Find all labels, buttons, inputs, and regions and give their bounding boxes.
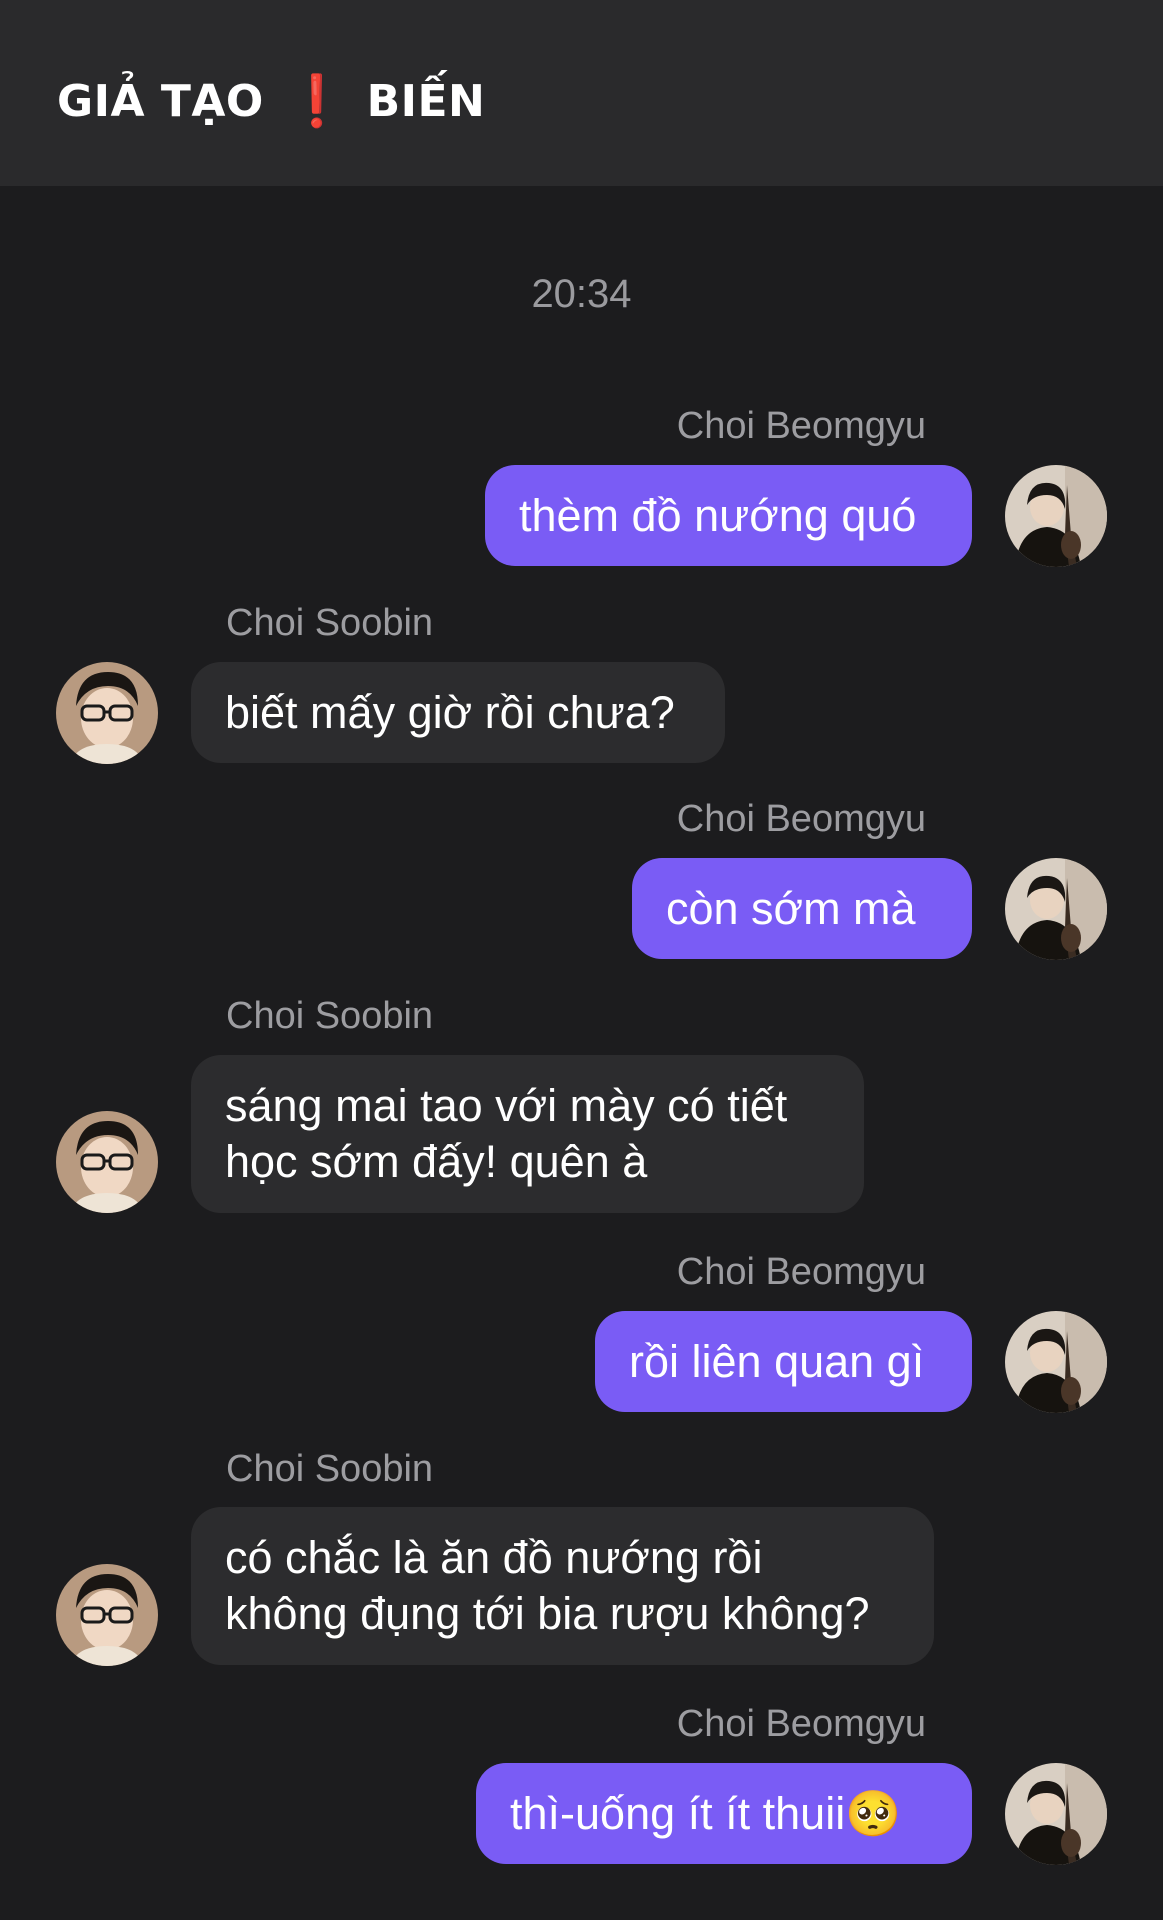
message-text: rồi liên quan gì: [629, 1335, 925, 1387]
sender-name: Choi Beomgyu: [676, 1251, 926, 1293]
message-text: thèm đồ nướng quó: [519, 489, 917, 541]
avatar-beomgyu-image: [1005, 1311, 1107, 1413]
message-text-line: sáng mai tao với mày có tiết: [225, 1080, 788, 1131]
avatar-soobin-image: [56, 1111, 158, 1213]
message-bubble-outgoing[interactable]: thì-uống ít ít thuii🥺: [476, 1763, 972, 1864]
message-bubble-incoming[interactable]: có chắc là ăn đồ nướng rồi không đụng tớ…: [191, 1507, 934, 1665]
avatar-soobin-image: [56, 662, 158, 764]
avatar-beomgyu-image: [1005, 465, 1107, 567]
avatar-beomgyu[interactable]: [1005, 858, 1107, 960]
avatar-soobin[interactable]: [56, 662, 158, 764]
sender-name: Choi Soobin: [226, 995, 434, 1037]
sender-name: Choi Soobin: [226, 1448, 434, 1490]
avatar-beomgyu[interactable]: [1005, 1311, 1107, 1413]
message-text-line: có chắc là ăn đồ nướng rồi: [225, 1532, 763, 1583]
message-text-line: không đụng tới bia rượu không?: [225, 1588, 870, 1639]
sender-name: Choi Beomgyu: [676, 1703, 926, 1745]
message-text: biết mấy giờ rồi chưa?: [225, 686, 675, 738]
message-text: còn sớm mà: [666, 882, 916, 934]
avatar-beomgyu-image: [1005, 1763, 1107, 1865]
message-text: thì-uống ít ít thuii🥺: [510, 1787, 902, 1839]
avatar-soobin[interactable]: [56, 1564, 158, 1666]
message-bubble-incoming[interactable]: sáng mai tao với mày có tiết học sớm đấy…: [191, 1055, 864, 1213]
message-bubble-outgoing[interactable]: thèm đồ nướng quó: [485, 465, 972, 566]
avatar-soobin-image: [56, 1564, 158, 1666]
message-thread: Choi Beomgyu thèm đồ nướng quó Choi Soob…: [0, 0, 1163, 1920]
avatar-beomgyu[interactable]: [1005, 1763, 1107, 1865]
message-bubble-incoming[interactable]: biết mấy giờ rồi chưa?: [191, 662, 725, 763]
message-bubble-outgoing[interactable]: còn sớm mà: [632, 858, 972, 959]
sender-name: Choi Beomgyu: [676, 798, 926, 840]
sender-name: Choi Beomgyu: [676, 405, 926, 447]
message-text-line: học sớm đấy! quên à: [225, 1136, 648, 1187]
sender-name: Choi Soobin: [226, 602, 434, 644]
message-bubble-outgoing[interactable]: rồi liên quan gì: [595, 1311, 972, 1412]
avatar-beomgyu[interactable]: [1005, 465, 1107, 567]
avatar-soobin[interactable]: [56, 1111, 158, 1213]
avatar-beomgyu-image: [1005, 858, 1107, 960]
